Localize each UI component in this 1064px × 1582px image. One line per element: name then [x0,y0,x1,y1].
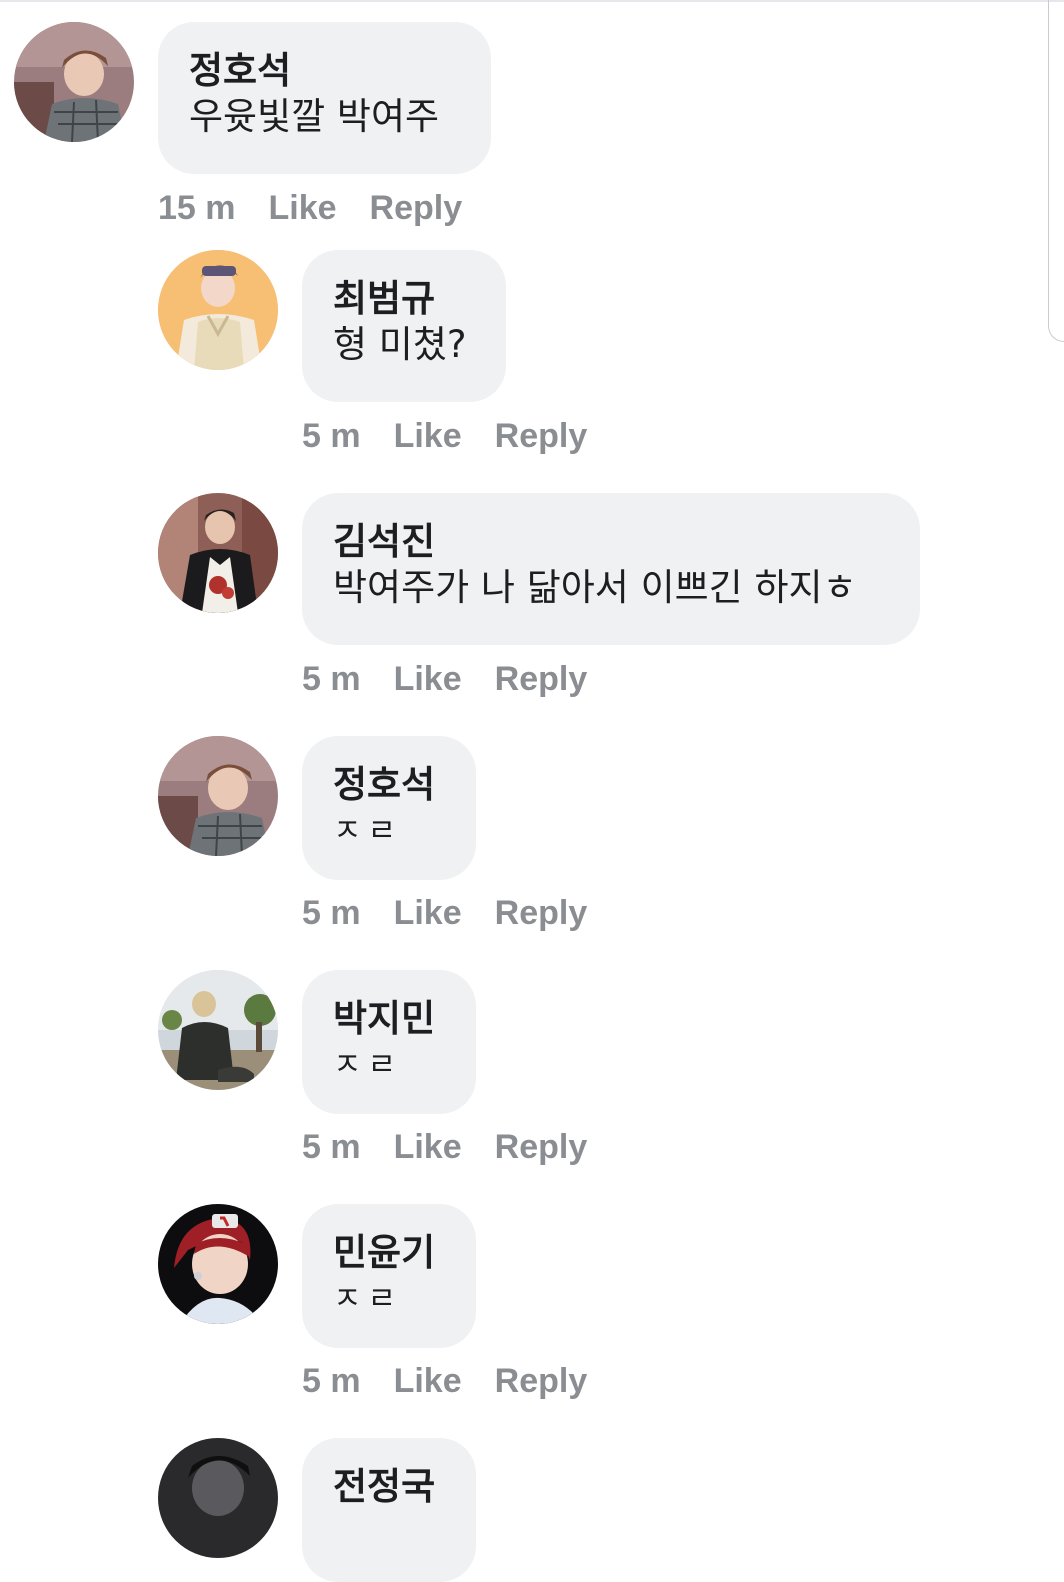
reply-button[interactable]: Reply [495,417,588,456]
profile-photo-icon [14,22,134,142]
comment-actions: 15 m Like Reply [158,186,495,230]
comment-bubble[interactable]: 민윤기 ㅈㄹ [302,1204,476,1348]
comment-text: 박여주가 나 닮아서 이쁘긴 하지ㅎ [333,566,857,609]
timestamp: 5 m [302,893,361,932]
avatar[interactable] [14,22,134,142]
reply-button[interactable]: Reply [495,1362,588,1401]
profile-photo-icon [158,250,278,370]
commenter-name[interactable]: 전정국 [333,1464,444,1510]
commenter-name[interactable]: 민윤기 [333,1230,444,1276]
comment-bubble[interactable]: 정호석 우윳빛깔 박여주 [158,22,491,174]
reply-button[interactable]: Reply [495,660,588,699]
profile-photo-icon [158,1204,278,1324]
commenter-name[interactable]: 김석진 [333,519,888,565]
comment-actions: 5 m Like Reply [302,414,620,458]
reply-button[interactable]: Reply [495,894,588,933]
timestamp: 15 m [158,188,236,227]
comment-text: ㅈㄹ [333,813,403,849]
comment-bubble[interactable]: 김석진 박여주가 나 닮아서 이쁘긴 하지ㅎ [302,493,920,645]
timestamp: 5 m [302,1127,361,1166]
comment-actions: 5 m Like Reply [302,891,620,935]
profile-photo-icon [158,493,278,613]
avatar[interactable] [158,1438,278,1558]
comment-actions: 5 m Like Reply [302,1125,620,1169]
commenter-name[interactable]: 정호석 [333,762,444,808]
comment-bubble[interactable]: 박지민 ㅈㄹ [302,970,476,1114]
comment-bubble[interactable]: 최범규 형 미쳤? [302,250,506,402]
like-button[interactable]: Like [269,189,337,228]
top-divider [0,0,1064,2]
avatar[interactable] [158,736,278,856]
reply-button[interactable]: Reply [370,189,463,228]
comment-text: 우윳빛깔 박여주 [189,95,440,138]
like-button[interactable]: Like [394,660,462,699]
comment-bubble[interactable]: 정호석 ㅈㄹ [302,736,476,880]
comment-text: 형 미쳤? [333,323,467,366]
comment-actions: 5 m Like Reply [302,1359,620,1403]
profile-photo-icon [158,1438,278,1558]
comment-bubble[interactable]: 전정국 [302,1438,476,1582]
commenter-name[interactable]: 최범규 [333,276,474,322]
avatar[interactable] [158,1204,278,1324]
like-button[interactable]: Like [394,894,462,933]
commenter-name[interactable]: 정호석 [189,48,459,94]
avatar[interactable] [158,970,278,1090]
profile-photo-icon [158,736,278,856]
timestamp: 5 m [302,1361,361,1400]
comment-text: ㅈㄹ [333,1047,403,1083]
profile-photo-icon [158,970,278,1090]
like-button[interactable]: Like [394,1128,462,1167]
timestamp: 5 m [302,659,361,698]
avatar[interactable] [158,493,278,613]
reply-button[interactable]: Reply [495,1128,588,1167]
like-button[interactable]: Like [394,417,462,456]
panel-edge [1048,0,1064,342]
like-button[interactable]: Like [394,1362,462,1401]
avatar[interactable] [158,250,278,370]
comment-text: ㅈㄹ [333,1281,403,1317]
commenter-name[interactable]: 박지민 [333,996,444,1042]
timestamp: 5 m [302,416,361,455]
comment-actions: 5 m Like Reply [302,657,620,701]
